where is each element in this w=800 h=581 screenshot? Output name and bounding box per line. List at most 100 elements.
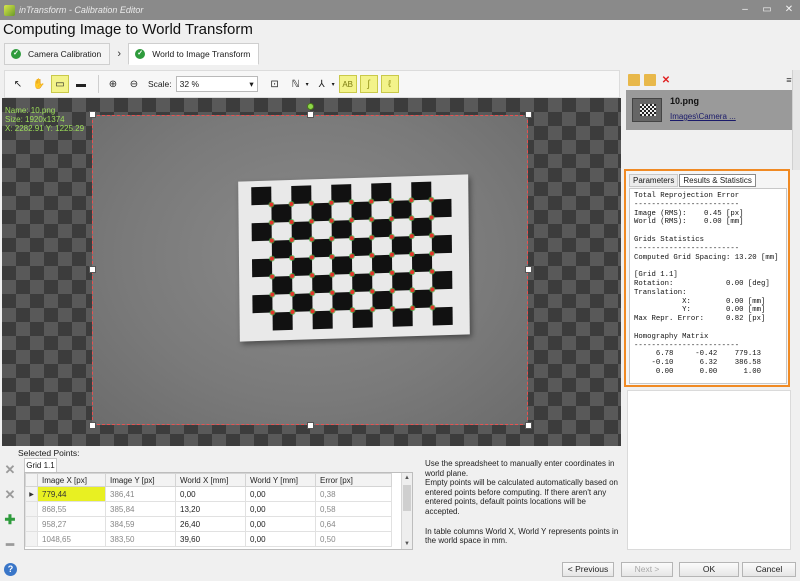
detected-point[interactable] bbox=[289, 201, 294, 207]
cell[interactable]: 1048,65 bbox=[37, 531, 106, 547]
tab-grid[interactable]: Grid 1.1 bbox=[24, 458, 57, 472]
resize-handle[interactable] bbox=[89, 422, 96, 429]
detected-point[interactable] bbox=[330, 308, 335, 313]
resize-handle[interactable] bbox=[307, 111, 314, 118]
detected-point[interactable] bbox=[349, 254, 354, 259]
detected-point[interactable] bbox=[310, 291, 315, 296]
detected-point[interactable] bbox=[389, 216, 394, 221]
cell[interactable]: 383,50 bbox=[105, 531, 176, 547]
detected-point[interactable] bbox=[390, 288, 395, 293]
detected-point[interactable] bbox=[330, 272, 335, 277]
scroll-up-icon[interactable]: ▲ bbox=[402, 473, 412, 483]
detected-point[interactable] bbox=[430, 287, 435, 292]
detected-point[interactable] bbox=[349, 218, 354, 223]
scroll-thumb[interactable] bbox=[403, 485, 411, 511]
minimize-button[interactable]: – bbox=[734, 0, 756, 20]
col-image-x[interactable]: Image X [px] bbox=[37, 473, 106, 487]
detected-point[interactable] bbox=[309, 219, 314, 224]
chevron-down-icon[interactable]: ▾ bbox=[332, 81, 335, 88]
detected-point[interactable] bbox=[329, 236, 334, 241]
table-row[interactable]: 958,27 384,59 26,40 0,00 0,64 bbox=[25, 516, 392, 532]
col-error[interactable]: Error [px] bbox=[315, 473, 392, 487]
cell[interactable]: 779,44 bbox=[37, 486, 106, 502]
detected-point[interactable] bbox=[370, 271, 375, 276]
cell[interactable]: 958,27 bbox=[37, 516, 106, 532]
curve-edit-icon[interactable]: ℓ bbox=[380, 75, 399, 93]
detected-point[interactable] bbox=[370, 307, 375, 312]
detected-point[interactable] bbox=[429, 251, 434, 256]
detected-point[interactable] bbox=[409, 234, 414, 239]
image-canvas[interactable]: Name: 10.png Size: 1920x1374 X: 2282.91 … bbox=[2, 98, 621, 446]
add-folder-icon[interactable] bbox=[644, 74, 656, 86]
resize-handle[interactable] bbox=[89, 266, 96, 273]
cell[interactable]: 868,55 bbox=[37, 501, 106, 517]
image-list-scrollbar[interactable] bbox=[792, 70, 800, 170]
cell[interactable]: 13,20 bbox=[175, 501, 246, 517]
select-rect-icon[interactable]: ▭ bbox=[51, 75, 69, 93]
rectangle-icon[interactable]: ▬ bbox=[72, 75, 90, 93]
detected-point[interactable] bbox=[369, 235, 374, 240]
scale-select[interactable]: 32 % ▾ bbox=[175, 76, 258, 92]
detected-point[interactable] bbox=[410, 270, 415, 275]
tab-parameters[interactable]: Parameters bbox=[629, 174, 679, 187]
detected-point[interactable] bbox=[410, 306, 415, 311]
zoom-out-icon[interactable]: ⊖ bbox=[125, 75, 143, 93]
ab-label-button[interactable]: AB bbox=[338, 75, 357, 93]
remove-icon[interactable]: ━ bbox=[2, 537, 18, 553]
cell[interactable]: 0,00 bbox=[175, 486, 246, 502]
ok-button[interactable]: OK bbox=[679, 562, 739, 577]
open-folder-icon[interactable] bbox=[628, 74, 640, 86]
detected-point[interactable] bbox=[409, 198, 414, 203]
next-button[interactable]: Next > bbox=[621, 562, 673, 577]
add-icon[interactable]: ✚ bbox=[2, 512, 18, 528]
detected-point[interactable] bbox=[290, 273, 295, 279]
cancel-button[interactable]: Cancel bbox=[742, 562, 796, 577]
cell[interactable]: 384,59 bbox=[105, 516, 176, 532]
table-row[interactable]: ▶ 779,44 386,41 0,00 0,00 0,38 bbox=[25, 486, 392, 502]
curve-tool-icon[interactable]: ʃ bbox=[359, 75, 378, 93]
chevron-down-icon[interactable]: ▾ bbox=[306, 81, 309, 88]
col-world-y[interactable]: World Y [mm] bbox=[245, 473, 316, 487]
cell[interactable]: 0,00 bbox=[245, 531, 316, 547]
pointer-icon[interactable]: ↖ bbox=[9, 75, 27, 93]
cell[interactable]: 26,40 bbox=[175, 516, 246, 532]
step-camera-calibration[interactable]: ✓ Camera Calibration bbox=[4, 43, 111, 65]
cell[interactable]: 0,00 bbox=[245, 501, 316, 517]
scroll-down-icon[interactable]: ▼ bbox=[402, 539, 412, 549]
detected-point[interactable] bbox=[350, 289, 355, 295]
cell[interactable]: 386,41 bbox=[105, 486, 176, 502]
detected-point[interactable] bbox=[389, 252, 394, 257]
table-row[interactable]: 1048,65 383,50 39,60 0,00 0,50 bbox=[25, 531, 392, 547]
delete-all-icon[interactable]: ✕ bbox=[2, 462, 18, 478]
previous-button[interactable]: < Previous bbox=[562, 562, 614, 577]
detected-point[interactable] bbox=[429, 215, 434, 220]
detected-point[interactable] bbox=[289, 237, 294, 243]
detected-point[interactable] bbox=[369, 199, 374, 204]
resize-handle[interactable] bbox=[525, 422, 532, 429]
rotate-handle[interactable] bbox=[307, 103, 314, 110]
maximize-button[interactable]: ▭ bbox=[756, 0, 778, 20]
resize-handle[interactable] bbox=[525, 266, 532, 273]
detected-point[interactable] bbox=[270, 292, 275, 297]
zoom-in-icon[interactable]: ⊕ bbox=[104, 75, 122, 93]
detected-point[interactable] bbox=[269, 220, 274, 225]
cell[interactable]: 39,60 bbox=[175, 531, 246, 547]
cell[interactable]: 0,00 bbox=[245, 486, 316, 502]
fit-view-icon[interactable]: ⊡ bbox=[266, 75, 284, 93]
delete-icon[interactable]: ✕ bbox=[660, 74, 672, 86]
table-row[interactable]: 868,55 385,84 13,20 0,00 0,58 bbox=[25, 501, 392, 517]
cell[interactable]: 0,00 bbox=[245, 516, 316, 532]
detected-point[interactable] bbox=[269, 256, 275, 261]
resize-handle[interactable] bbox=[89, 111, 96, 118]
resize-handle[interactable] bbox=[307, 422, 314, 429]
detected-point[interactable] bbox=[290, 309, 295, 314]
help-icon[interactable]: ? bbox=[4, 563, 17, 576]
hand-icon[interactable]: ✋ bbox=[30, 75, 48, 93]
delete-icon[interactable]: ✕ bbox=[2, 487, 18, 503]
points-table[interactable]: Image X [px] Image Y [px] World X [mm] W… bbox=[24, 472, 413, 550]
step-world-to-image[interactable]: ✓ World to Image Transform bbox=[128, 43, 260, 65]
table-scrollbar[interactable]: ▲ ▼ bbox=[401, 473, 412, 549]
image-list-item[interactable]: 10.png Images\Camera ... bbox=[626, 90, 792, 130]
detected-point[interactable] bbox=[309, 255, 315, 260]
close-button[interactable]: ✕ bbox=[778, 0, 800, 20]
